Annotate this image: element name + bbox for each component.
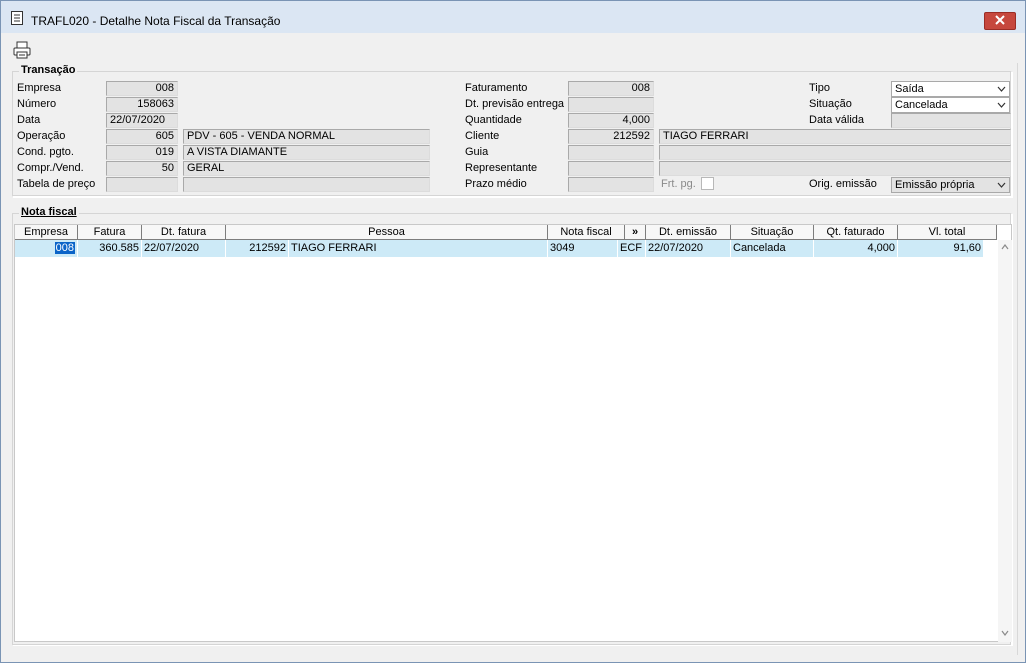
transacao-group: Transação Empresa 008 Número 158063 Data… [12,64,1012,197]
orig-emissao-value: Emissão própria [895,179,975,191]
cell-serie[interactable]: ECF [618,240,646,257]
cell-empresa-value: 008 [54,242,75,254]
operacao-desc-field[interactable]: PDV - 605 - VENDA NORMAL [183,129,430,144]
cell-situacao[interactable]: Cancelada [731,240,814,257]
data-valida-field[interactable] [891,113,1011,128]
cell-dt-fatura[interactable]: 22/07/2020 [142,240,226,257]
cliente-label: Cliente [465,130,500,142]
tabela-preco-desc-field[interactable] [183,177,430,192]
frt-pg-checkbox[interactable] [701,177,714,190]
col-fatura[interactable]: Fatura [78,225,142,240]
representante-label: Representante [465,162,538,174]
cell-nota-fiscal[interactable]: 3049 [548,240,618,257]
data-valida-label: Data válida [809,114,865,126]
orig-emissao-label: Orig. emissão [809,178,877,190]
empresa-field[interactable]: 008 [106,81,178,96]
quantidade-field[interactable]: 4,000 [568,113,654,128]
situacao-label: Situação [809,98,852,110]
cond-pgto-label: Cond. pgto. [17,146,74,158]
chevron-down-icon [994,83,1008,95]
data-label: Data [17,114,41,126]
tipo-select[interactable]: Saída [891,81,1010,97]
col-empresa[interactable]: Empresa [15,225,78,240]
tabela-preco-label: Tabela de preço [17,178,96,190]
dt-previsao-field[interactable] [568,97,654,112]
app-window: TRAFL020 - Detalhe Nota Fiscal da Transa… [0,0,1026,663]
frt-pg-label: Frt. pg. [661,178,696,190]
chevron-up-icon[interactable] [1000,242,1010,252]
window-title: TRAFL020 - Detalhe Nota Fiscal da Transa… [31,14,281,28]
representante-code-field[interactable] [568,161,654,176]
cell-pessoa-code[interactable]: 212592 [226,240,289,257]
guia-code-field[interactable] [568,145,654,160]
cell-empresa[interactable]: 008 [15,240,78,257]
faturamento-label: Faturamento [465,82,528,94]
cliente-desc-field[interactable]: TIAGO FERRARI [659,129,1011,144]
chevron-down-icon[interactable] [1000,628,1010,638]
col-qt-faturado[interactable]: Qt. faturado [814,225,898,240]
numero-label: Número [17,98,57,110]
quantidade-label: Quantidade [465,114,522,126]
situacao-value: Cancelada [895,99,948,111]
cell-qt-faturado[interactable]: 4,000 [814,240,898,257]
nota-fiscal-grid[interactable]: Empresa Fatura Dt. fatura Pessoa Nota fi… [14,224,1012,642]
col-pessoa[interactable]: Pessoa [226,225,548,240]
tabela-preco-code-field[interactable] [106,177,178,192]
prazo-medio-field[interactable] [568,177,654,192]
compr-vend-label: Compr./Vend. [17,162,84,174]
empresa-label: Empresa [17,82,62,94]
main-panel: Transação Empresa 008 Número 158063 Data… [9,63,1017,655]
situacao-select[interactable]: Cancelada [891,97,1010,113]
cell-fatura[interactable]: 360.585 [78,240,142,257]
transacao-legend: Transação [19,64,78,76]
cell-pessoa-name[interactable]: TIAGO FERRARI [289,240,548,257]
chevron-down-icon [994,99,1008,111]
prazo-medio-label: Prazo médio [465,178,527,190]
tipo-value: Saída [895,83,924,95]
col-situacao[interactable]: Situação [731,225,814,240]
faturamento-field[interactable]: 008 [568,81,654,96]
compr-vend-code-field[interactable]: 50 [106,161,178,176]
cell-dt-emissao[interactable]: 22/07/2020 [646,240,731,257]
chevron-down-icon [994,179,1008,191]
tipo-label: Tipo [809,82,830,94]
col-dt-emissao[interactable]: Dt. emissão [646,225,731,240]
vertical-scrollbar[interactable] [998,240,1012,642]
window-right-edge [1017,63,1025,655]
dt-previsao-label: Dt. previsão entrega [465,98,565,110]
operacao-label: Operação [17,130,66,142]
col-nota-fiscal[interactable]: Nota fiscal [548,225,625,240]
table-row[interactable]: 008 360.585 22/07/2020 212592 TIAGO FERR… [15,240,984,257]
data-field[interactable]: 22/07/2020 [106,113,178,128]
cond-pgto-code-field[interactable]: 019 [106,145,178,160]
numero-field[interactable]: 158063 [106,97,178,112]
title-bar[interactable]: TRAFL020 - Detalhe Nota Fiscal da Transa… [1,1,1025,33]
orig-emissao-select[interactable]: Emissão própria [891,177,1010,193]
cond-pgto-desc-field[interactable]: A VISTA DIAMANTE [183,145,430,160]
close-button[interactable] [984,12,1016,30]
col-dt-fatura[interactable]: Dt. fatura [142,225,226,240]
printer-icon[interactable] [12,40,32,60]
representante-desc-field[interactable] [659,161,1011,176]
guia-label: Guia [465,146,489,158]
compr-vend-desc-field[interactable]: GERAL [183,161,430,176]
guia-desc-field[interactable] [659,145,1011,160]
close-icon [995,14,1005,28]
grid-header: Empresa Fatura Dt. fatura Pessoa Nota fi… [15,225,998,240]
operacao-code-field[interactable]: 605 [106,129,178,144]
nota-fiscal-legend: Nota fiscal [19,206,79,218]
col-more-button[interactable]: » [625,225,646,240]
cliente-code-field[interactable]: 212592 [568,129,654,144]
cell-vl-total[interactable]: 91,60 [898,240,984,257]
col-vl-total[interactable]: Vl. total [898,225,997,240]
document-icon [11,11,23,25]
toolbar [1,33,1025,63]
